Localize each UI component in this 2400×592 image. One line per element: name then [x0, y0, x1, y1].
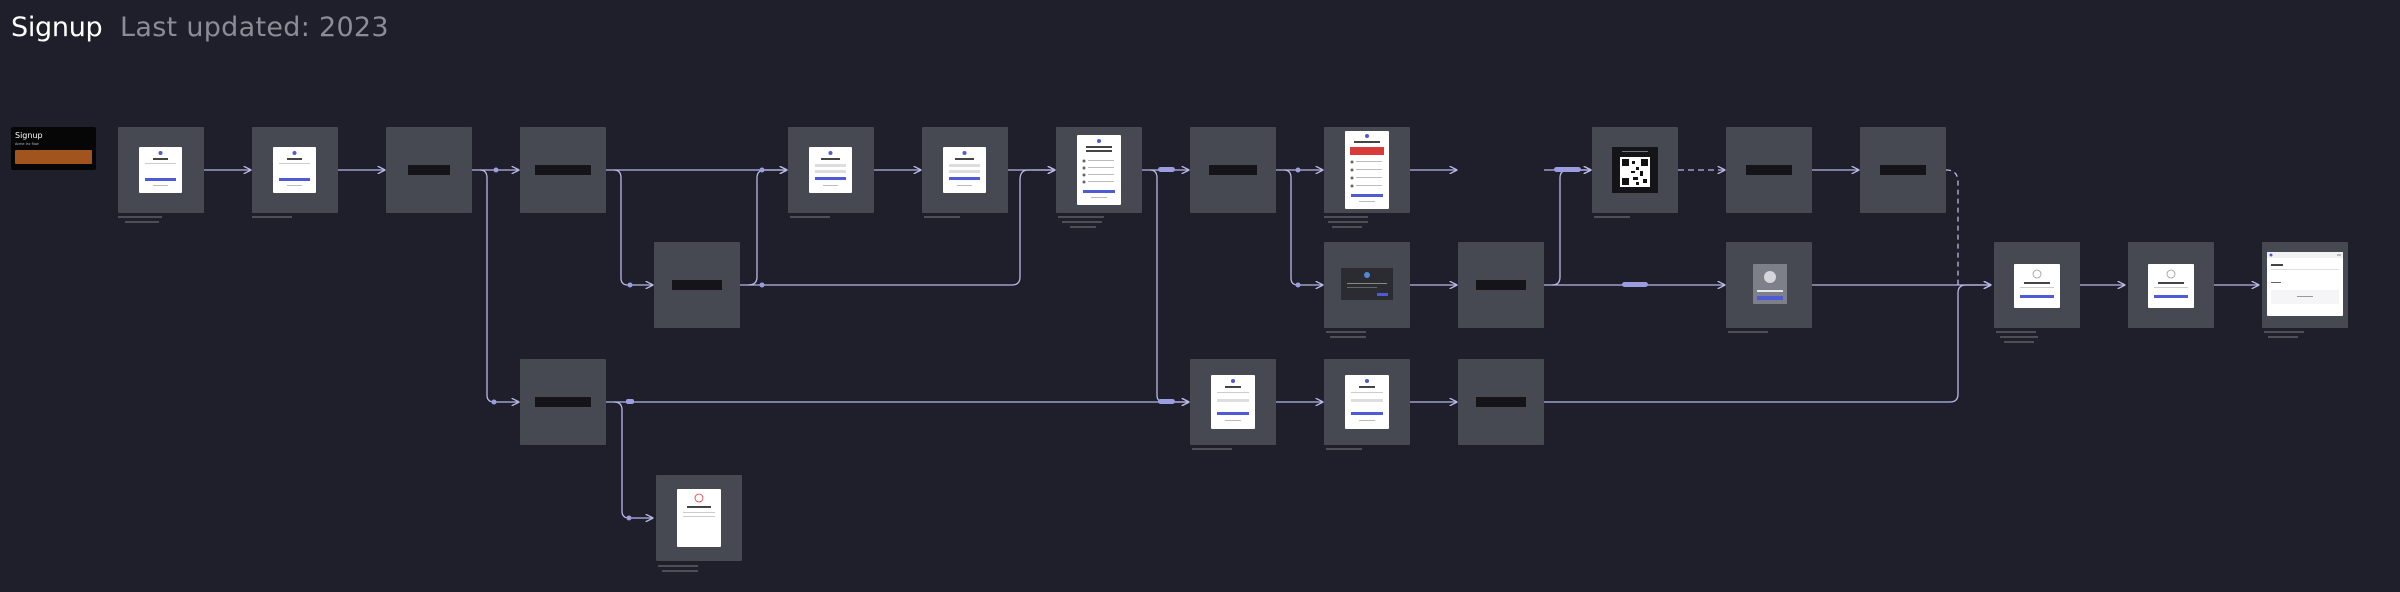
qr-code-card: [1612, 147, 1658, 193]
screen-preview: [943, 147, 986, 193]
screen-frame[interactable]: [1592, 127, 1678, 213]
dashboard-preview: [2267, 252, 2343, 316]
connector-dot: [626, 515, 632, 521]
screen-caption: [1326, 448, 1362, 450]
screen-caption: [1728, 331, 1768, 333]
screen-frame[interactable]: [1324, 359, 1410, 445]
note-card: [1476, 397, 1526, 407]
connector-dot: [493, 167, 499, 173]
screen-frame[interactable]: [1056, 127, 1142, 213]
connector: [613, 401, 652, 518]
screen-preview: [139, 147, 182, 193]
screen-frame[interactable]: [1860, 127, 1946, 213]
connector-pill: [1622, 282, 1648, 287]
screen-frame[interactable]: [520, 127, 606, 213]
screen-caption: [1062, 221, 1102, 223]
screen-frame[interactable]: [1190, 359, 1276, 445]
connector: [479, 169, 518, 402]
screen-caption: [1326, 331, 1366, 333]
screen-caption: [2000, 336, 2038, 338]
screen-frame[interactable]: [2262, 242, 2348, 328]
note-card: [1209, 165, 1257, 175]
screen-frame[interactable]: [1994, 242, 2080, 328]
screen-preview: [1077, 135, 1121, 205]
screen-caption: [118, 216, 162, 218]
screen-preview: [1211, 375, 1255, 429]
connector-pill: [1158, 399, 1175, 404]
screen-preview: [1345, 375, 1389, 429]
screen-frame[interactable]: [1458, 242, 1544, 328]
screen-caption: [1330, 336, 1366, 338]
screen-preview: [2014, 264, 2060, 308]
screen-frame[interactable]: [1726, 127, 1812, 213]
screen-caption: [1070, 226, 1096, 228]
connector: [747, 170, 786, 286]
screen-caption: [658, 565, 698, 567]
connector-pill: [1554, 167, 1581, 172]
screen-frame[interactable]: [922, 127, 1008, 213]
connector: [1149, 169, 1188, 402]
screen-caption: [2268, 336, 2298, 338]
connector-dot: [1295, 282, 1301, 288]
screen-frame[interactable]: [1458, 359, 1544, 445]
note-card: [408, 165, 450, 175]
connector-pill: [626, 399, 634, 404]
note-card: [535, 397, 591, 407]
screen-preview: [809, 147, 852, 193]
screen-frame[interactable]: [1726, 242, 1812, 328]
screen-caption: [1332, 226, 1362, 228]
screen-frame[interactable]: [788, 127, 874, 213]
screen-frame[interactable]: [252, 127, 338, 213]
note-card: [1746, 165, 1792, 175]
connector-dot: [759, 282, 765, 288]
screen-caption: [2004, 341, 2034, 343]
screen-caption: [252, 216, 292, 218]
connector-dot: [1295, 167, 1301, 173]
screen-frame[interactable]: [118, 127, 204, 213]
screen-caption: [2264, 331, 2304, 333]
screen-frame[interactable]: [656, 475, 742, 561]
screen-preview: [273, 147, 316, 193]
note-card: [672, 280, 722, 290]
screen-caption: [125, 221, 159, 223]
note-card: [1476, 280, 1526, 290]
connector: [1283, 169, 1322, 285]
screen-caption: [790, 216, 830, 218]
note-card: [535, 165, 591, 175]
connector: [613, 169, 652, 285]
screen-caption: [1328, 221, 1368, 223]
screen-frame[interactable]: [520, 359, 606, 445]
note-card: [1880, 165, 1926, 175]
error-screen-preview: [677, 489, 721, 547]
screen-caption: [1996, 331, 2036, 333]
connector: [1945, 169, 1959, 285]
connector-pill: [1158, 167, 1175, 172]
screen-caption: [1058, 216, 1104, 218]
screen-frame[interactable]: [1190, 127, 1276, 213]
screen-preview: [1345, 131, 1389, 209]
screen-frame[interactable]: [1324, 242, 1410, 328]
dialog-preview: [1341, 268, 1393, 300]
screen-frame[interactable]: [2128, 242, 2214, 328]
screen-frame[interactable]: [386, 127, 472, 213]
screen-frame[interactable]: [654, 242, 740, 328]
screen-caption: [1324, 216, 1368, 218]
connector-dot: [759, 167, 765, 173]
connector-dot: [627, 282, 633, 288]
screen-preview: [2148, 264, 2194, 308]
screen-caption: [1594, 216, 1630, 218]
connector-dot: [491, 399, 497, 405]
screen-caption: [1192, 448, 1232, 450]
screen-caption: [924, 216, 960, 218]
screen-caption: [662, 570, 698, 572]
phone-preview: [1753, 264, 1787, 304]
connector: [1551, 170, 1590, 286]
screen-frame[interactable]: [1324, 127, 1410, 213]
